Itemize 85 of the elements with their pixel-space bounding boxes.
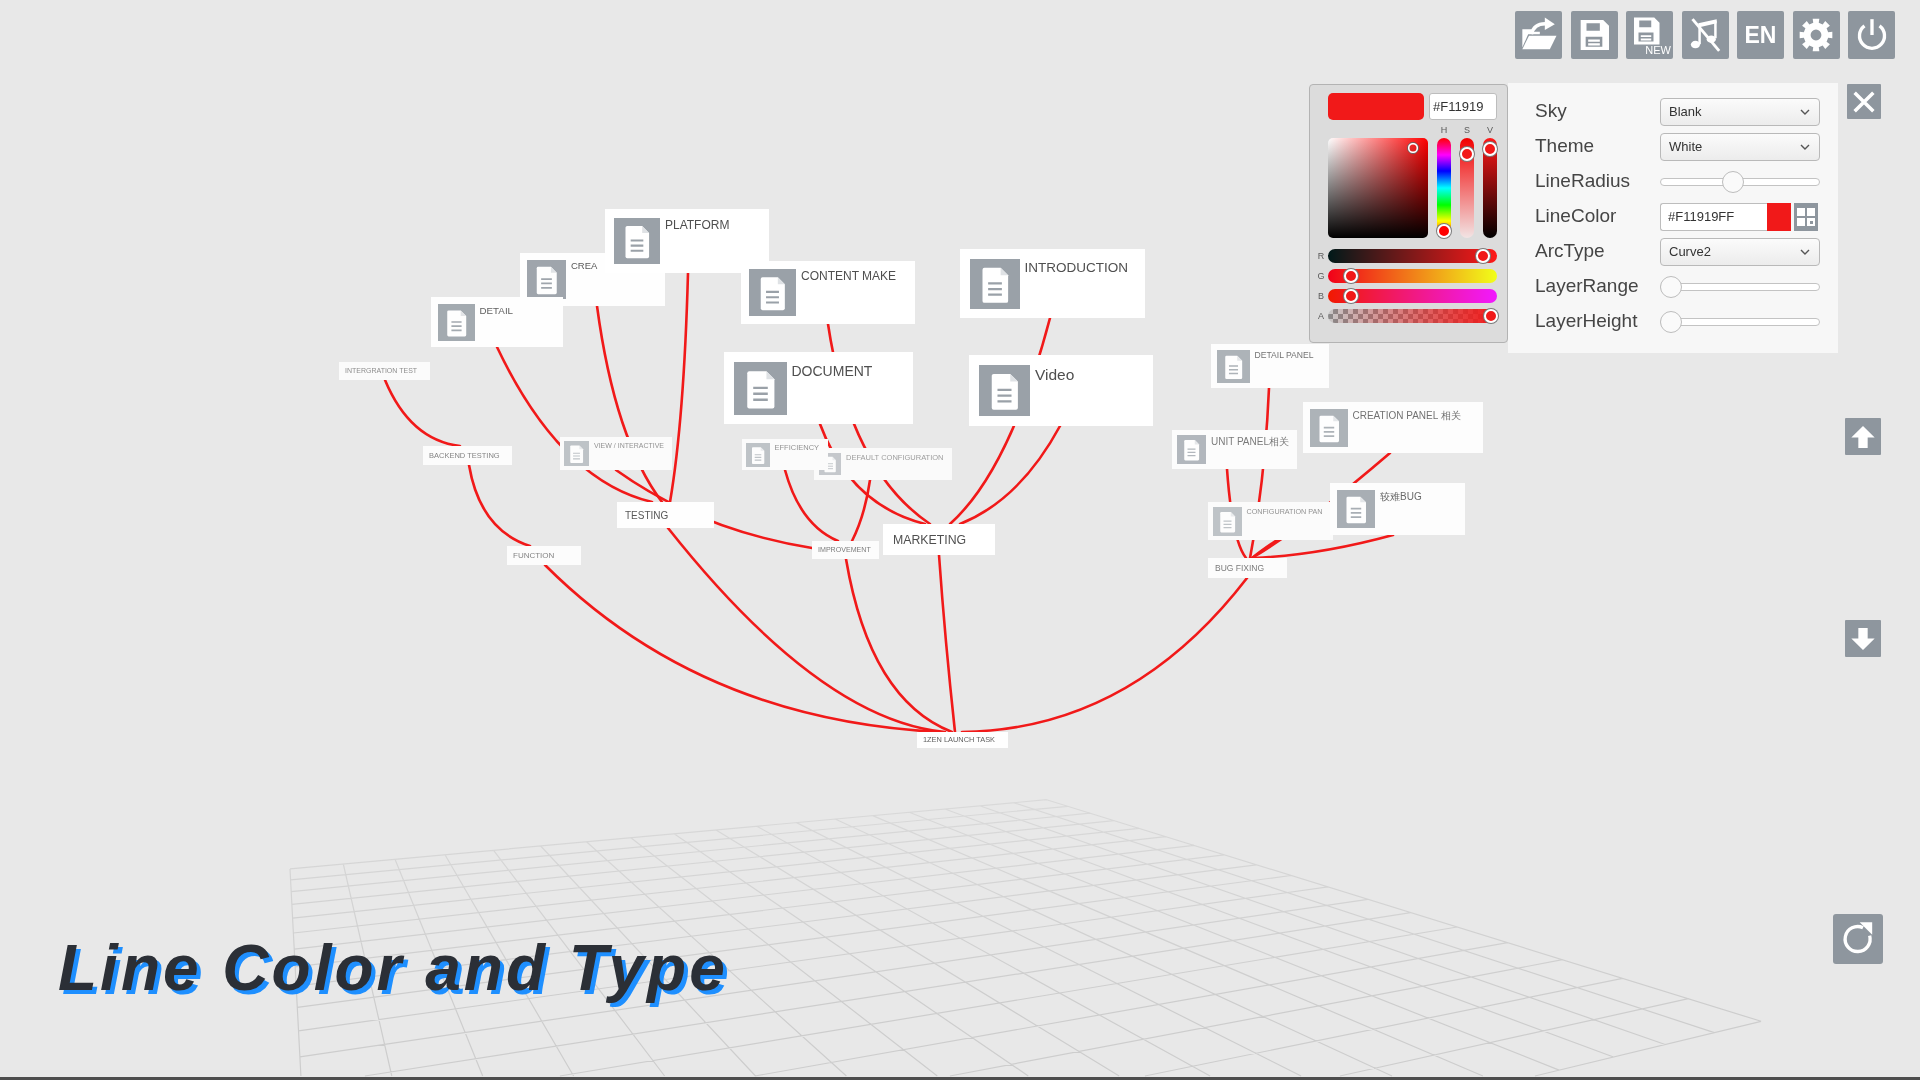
node-label: CONTENT MAKE [801, 270, 897, 284]
refresh-button[interactable] [1833, 914, 1883, 964]
channel-label: R [1316, 251, 1326, 261]
power-button[interactable] [1848, 11, 1895, 59]
palette-button[interactable] [1794, 202, 1818, 231]
dropdown[interactable]: Curve2 [1660, 237, 1820, 266]
mind-map-node[interactable]: CONTENT MAKE [741, 261, 915, 324]
setting-label: LineColor [1535, 204, 1618, 229]
channel-label: S [1464, 126, 1470, 135]
setting-label: LineRadius [1535, 169, 1632, 194]
document-icon [527, 260, 566, 299]
document-icon [614, 218, 660, 264]
node-label: Video [1035, 366, 1075, 384]
document-icon [979, 365, 1030, 416]
document-icon [437, 303, 475, 341]
hex-field[interactable]: #F11919 [1429, 93, 1497, 120]
mind-map-node[interactable]: FUNCTION [507, 546, 581, 565]
mind-map-node[interactable]: MARKETING [883, 524, 995, 555]
document-icon [1212, 506, 1242, 536]
settings-button[interactable] [1792, 11, 1840, 59]
node-label: FUNCTION [513, 551, 555, 561]
node-label: CREA [571, 261, 598, 272]
saturation-value-field[interactable] [1328, 138, 1428, 238]
node-label: UNIT PANEL相关 [1211, 436, 1289, 448]
mind-map-node[interactable]: BUG FIXING [1208, 558, 1287, 578]
document-icon [749, 269, 796, 316]
mind-map-node[interactable]: TESTING [617, 502, 714, 528]
setting-label: LayerRange [1535, 274, 1640, 299]
mind-map-node[interactable]: UNIT PANEL相关 [1172, 430, 1297, 469]
picker-marker-icon [1407, 142, 1420, 155]
document-icon [1309, 408, 1348, 447]
node-label: MARKETING [893, 532, 967, 548]
document-icon [1337, 490, 1375, 528]
slider-track[interactable] [1327, 289, 1497, 303]
document-icon [745, 442, 770, 467]
node-label: PLATFORM [665, 219, 730, 233]
node-label: 较难BUG [1380, 491, 1422, 503]
mind-map-node[interactable]: DETAIL [431, 297, 563, 347]
node-label: BUG FIXING [1215, 563, 1265, 574]
slider-thumb[interactable] [1660, 275, 1682, 298]
open-button[interactable] [1515, 11, 1562, 59]
dropdown[interactable]: White [1660, 132, 1820, 161]
document-icon [969, 258, 1020, 309]
mind-map-node[interactable]: 较难BUG [1330, 483, 1465, 535]
channel-label: H [1440, 126, 1448, 135]
document-icon [1177, 435, 1206, 464]
channel-label: V [1487, 126, 1493, 135]
document-icon [733, 361, 787, 415]
node-label: CREATION PANEL 相关 [1352, 409, 1461, 421]
scroll-down-button[interactable] [1845, 620, 1881, 657]
slider-track[interactable] [1327, 309, 1497, 323]
channel-label: G [1316, 271, 1326, 281]
node-label: DOCUMENT [791, 362, 873, 379]
document-icon [1216, 349, 1250, 383]
setting-label: LayerHeight [1535, 309, 1639, 334]
channel-label: B [1316, 291, 1325, 301]
slider-track[interactable] [1460, 138, 1474, 238]
slider-track[interactable] [1327, 269, 1497, 283]
slider-track[interactable] [1327, 249, 1497, 263]
setting-label: Theme [1535, 134, 1596, 159]
document-icon [564, 441, 589, 466]
hex-field[interactable]: #F11919FF [1660, 202, 1767, 231]
grid-icon [1796, 206, 1816, 227]
mind-map-node[interactable]: INTRODUCTION [960, 249, 1145, 318]
document-icon [819, 453, 841, 475]
node-label: INTRODUCTION [1024, 259, 1128, 275]
caption-title: Line Color and Type [58, 931, 728, 1006]
save-button[interactable] [1570, 11, 1618, 59]
channel-label: A [1316, 311, 1325, 321]
slider-track[interactable] [1437, 138, 1451, 238]
node-label: DETAIL [479, 304, 514, 316]
scroll-up-button[interactable] [1845, 418, 1881, 455]
setting-label: Sky [1535, 99, 1568, 124]
mind-map-node[interactable]: CREATION PANEL 相关 [1303, 402, 1483, 453]
mind-map-node[interactable]: DETAIL PANEL [1211, 344, 1329, 388]
node-label: DETAIL PANEL [1254, 350, 1314, 361]
slider-thumb[interactable] [1660, 310, 1682, 333]
setting-label: ArcType [1535, 239, 1606, 264]
mind-map-node[interactable]: DOCUMENT [724, 352, 913, 424]
slider-track[interactable] [1483, 138, 1497, 238]
mind-map-node[interactable]: Video [969, 355, 1153, 426]
node-label: TESTING [625, 509, 669, 522]
close-button[interactable] [1847, 84, 1881, 119]
dropdown[interactable]: Blank [1660, 97, 1820, 126]
slider-thumb[interactable] [1722, 170, 1745, 193]
